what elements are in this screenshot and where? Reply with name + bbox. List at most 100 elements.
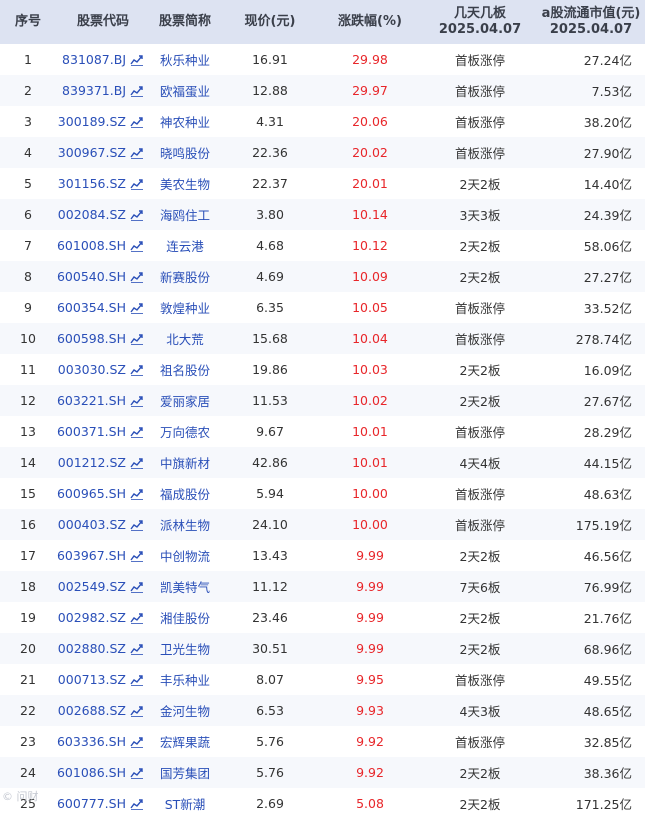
cell-code[interactable]: 002549.SZ [56,571,150,602]
kline-chart-icon[interactable] [130,240,144,252]
stock-code-link[interactable]: 600371.SH [57,424,126,439]
stock-name-link[interactable]: 国芳集团 [160,763,210,782]
cell-name[interactable]: 秋乐种业 [150,44,220,75]
table-row[interactable]: 22 002688.SZ 金河生物 6.53 9.93 4天3板 48.65亿 [0,695,645,726]
stock-name-link[interactable]: 欧福蛋业 [160,81,210,100]
stock-code-link[interactable]: 002688.SZ [58,703,126,718]
stock-code-link[interactable]: 300189.SZ [58,114,126,129]
kline-chart-icon[interactable] [130,736,144,748]
stock-name-link[interactable]: ST新潮 [165,794,206,813]
cell-name[interactable]: 海鸥住工 [150,199,220,230]
stock-code-link[interactable]: 000403.SZ [58,517,126,532]
cell-name[interactable]: ST新潮 [150,788,220,819]
table-row[interactable]: 8 600540.SH 新赛股份 4.69 10.09 2天2板 27.27亿 [0,261,645,292]
kline-chart-icon[interactable] [130,364,144,376]
stock-name-link[interactable]: 美农生物 [160,174,210,193]
cell-name[interactable]: 祖名股份 [150,354,220,385]
stock-code-link[interactable]: 603221.SH [57,393,126,408]
cell-code[interactable]: 002688.SZ [56,695,150,726]
table-row[interactable]: 13 600371.SH 万向德农 9.67 10.01 首板涨停 28.29亿 [0,416,645,447]
kline-chart-icon[interactable] [130,488,144,500]
kline-chart-icon[interactable] [130,581,144,593]
cell-name[interactable]: 连云港 [150,230,220,261]
stock-name-link[interactable]: 湘佳股份 [160,608,210,627]
stock-name-link[interactable]: 宏辉果蔬 [160,732,210,751]
cell-name[interactable]: 湘佳股份 [150,602,220,633]
stock-name-link[interactable]: 神农种业 [160,112,210,131]
cell-code[interactable]: 600777.SH [56,788,150,819]
stock-code-link[interactable]: 600540.SH [57,269,126,284]
stock-name-link[interactable]: 祖名股份 [160,360,210,379]
kline-chart-icon[interactable] [130,767,144,779]
kline-chart-icon[interactable] [130,457,144,469]
stock-code-link[interactable]: 601008.SH [57,238,126,253]
stock-code-link[interactable]: 000713.SZ [58,672,126,687]
cell-code[interactable]: 300189.SZ [56,106,150,137]
stock-code-link[interactable]: 002084.SZ [58,207,126,222]
stock-name-link[interactable]: 海鸥住工 [160,205,210,224]
cell-code[interactable]: 600540.SH [56,261,150,292]
kline-chart-icon[interactable] [130,643,144,655]
cell-code[interactable]: 603967.SH [56,540,150,571]
table-row[interactable]: 7 601008.SH 连云港 4.68 10.12 2天2板 58.06亿 [0,230,645,261]
stock-name-link[interactable]: 连云港 [166,236,204,255]
kline-chart-icon[interactable] [130,798,144,810]
table-row[interactable]: 10 600598.SH 北大荒 15.68 10.04 首板涨停 278.74亿 [0,323,645,354]
cell-name[interactable]: 金河生物 [150,695,220,726]
cell-code[interactable]: 600965.SH [56,478,150,509]
cell-code[interactable]: 000713.SZ [56,664,150,695]
stock-name-link[interactable]: 万向德农 [160,422,210,441]
stock-code-link[interactable]: 002880.SZ [58,641,126,656]
table-row[interactable]: 14 001212.SZ 中旗新材 42.86 10.01 4天4板 44.15亿 [0,447,645,478]
cell-name[interactable]: 新赛股份 [150,261,220,292]
cell-code[interactable]: 002880.SZ [56,633,150,664]
cell-name[interactable]: 美农生物 [150,168,220,199]
table-row[interactable]: 4 300967.SZ 晓鸣股份 22.36 20.02 首板涨停 27.90亿 [0,137,645,168]
header-board[interactable]: 几天几板 2025.04.07 [420,0,540,44]
cell-code[interactable]: 600371.SH [56,416,150,447]
stock-name-link[interactable]: 金河生物 [160,701,210,720]
stock-code-link[interactable]: 601086.SH [57,765,126,780]
table-row[interactable]: 9 600354.SH 敦煌种业 6.35 10.05 首板涨停 33.52亿 [0,292,645,323]
header-name[interactable]: 股票简称 [150,0,220,44]
table-row[interactable]: 2 839371.BJ 欧福蛋业 12.88 29.97 首板涨停 7.53亿 [0,75,645,106]
table-row[interactable]: 17 603967.SH 中创物流 13.43 9.99 2天2板 46.56亿 [0,540,645,571]
kline-chart-icon[interactable] [130,178,144,190]
cell-name[interactable]: 宏辉果蔬 [150,726,220,757]
kline-chart-icon[interactable] [130,395,144,407]
header-cap[interactable]: a股流通市值(元) 2025.04.07 [540,0,642,44]
table-row[interactable]: 12 603221.SH 爱丽家居 11.53 10.02 2天2板 27.67亿 [0,385,645,416]
cell-name[interactable]: 万向德农 [150,416,220,447]
kline-chart-icon[interactable] [130,519,144,531]
cell-code[interactable]: 839371.BJ [56,75,150,106]
cell-code[interactable]: 603221.SH [56,385,150,416]
stock-code-link[interactable]: 003030.SZ [58,362,126,377]
kline-chart-icon[interactable] [130,147,144,159]
table-row[interactable]: 21 000713.SZ 丰乐种业 8.07 9.95 首板涨停 49.55亿 [0,664,645,695]
kline-chart-icon[interactable] [130,674,144,686]
kline-chart-icon[interactable] [130,333,144,345]
kline-chart-icon[interactable] [130,550,144,562]
stock-name-link[interactable]: 新赛股份 [160,267,210,286]
cell-name[interactable]: 北大荒 [150,323,220,354]
cell-code[interactable]: 001212.SZ [56,447,150,478]
stock-code-link[interactable]: 603967.SH [57,548,126,563]
cell-code[interactable]: 002084.SZ [56,199,150,230]
cell-code[interactable]: 603336.SH [56,726,150,757]
kline-chart-icon[interactable] [130,116,144,128]
cell-code[interactable]: 003030.SZ [56,354,150,385]
cell-name[interactable]: 卫光生物 [150,633,220,664]
table-row[interactable]: 18 002549.SZ 凯美特气 11.12 9.99 7天6板 76.99亿 [0,571,645,602]
stock-name-link[interactable]: 派林生物 [160,515,210,534]
cell-code[interactable]: 600598.SH [56,323,150,354]
stock-code-link[interactable]: 600354.SH [57,300,126,315]
table-row[interactable]: 20 002880.SZ 卫光生物 30.51 9.99 2天2板 68.96亿 [0,633,645,664]
cell-name[interactable]: 凯美特气 [150,571,220,602]
stock-name-link[interactable]: 丰乐种业 [160,670,210,689]
header-change[interactable]: 涨跌幅(%) [320,0,420,44]
stock-name-link[interactable]: 敦煌种业 [160,298,210,317]
kline-chart-icon[interactable] [130,302,144,314]
cell-name[interactable]: 中旗新材 [150,447,220,478]
kline-chart-icon[interactable] [130,426,144,438]
stock-code-link[interactable]: 600965.SH [57,486,126,501]
